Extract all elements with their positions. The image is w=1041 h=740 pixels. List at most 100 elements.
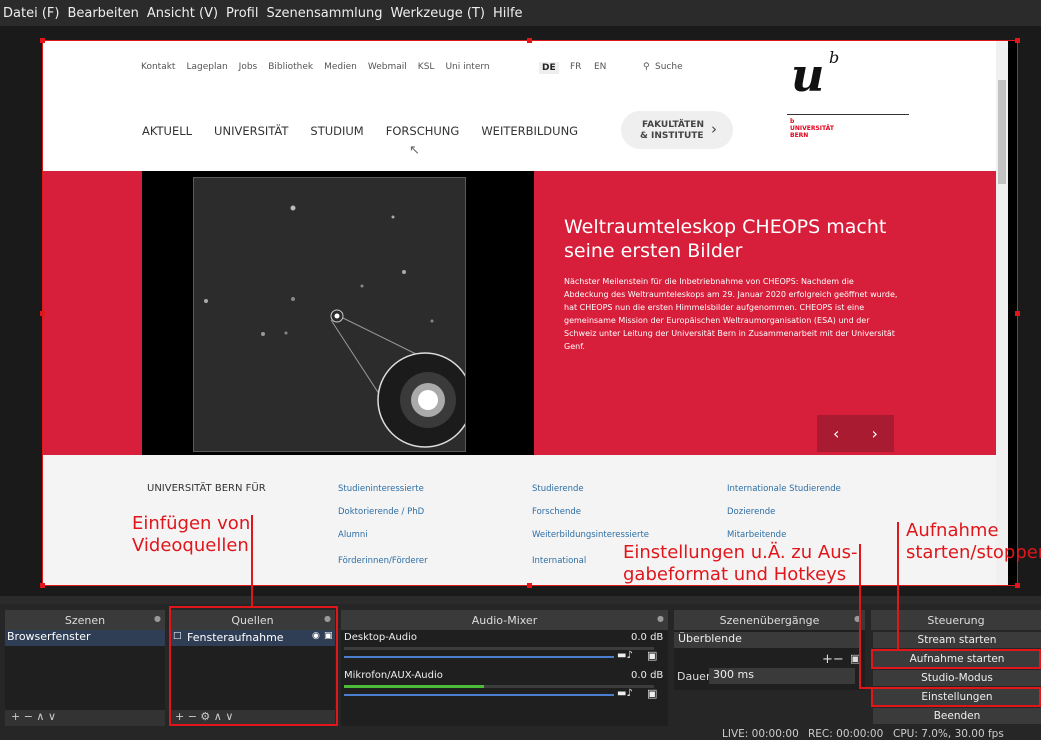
toplink[interactable]: Uni intern — [445, 62, 489, 72]
chevron-right-icon[interactable]: › — [872, 424, 878, 443]
annotation-sources: Einfügen von Videoquellen — [132, 513, 250, 557]
mixer-body: Desktop-Audio 0.0 dB ▬♪ ▣ Mikrofon/AUX-A… — [341, 630, 668, 726]
exit-button[interactable]: Beenden — [873, 708, 1041, 724]
scenes-list: Browserfenster — [5, 630, 165, 710]
duration-input[interactable]: 300 ms — [709, 668, 855, 684]
resize-handle[interactable] — [527, 38, 532, 43]
website-scrollbar-thumb[interactable] — [998, 80, 1006, 184]
scenes-title: Szenen — [64, 613, 106, 627]
audience-link[interactable]: Dozierende — [727, 507, 775, 517]
status-live: LIVE: 00:00:00 — [722, 728, 799, 740]
toplink[interactable]: Medien — [324, 62, 357, 72]
annotation-record-line1: Aufnahme — [906, 520, 999, 541]
mouse-cursor-icon: ↖ — [409, 143, 420, 158]
lang-en[interactable]: EN — [594, 62, 606, 72]
menu-file[interactable]: Datei (F) — [3, 6, 59, 21]
audience-link[interactable]: International — [532, 556, 586, 566]
channel-name: Desktop-Audio — [344, 632, 418, 643]
logo-text: b UNIVERSITÄT BERN — [790, 118, 834, 139]
annotation-sources-line — [251, 515, 253, 607]
annotation-settings-line2: gabeformat und Hotkeys — [623, 564, 847, 585]
gear-icon[interactable]: ▣ — [647, 687, 657, 700]
logo-text-2: BERN — [790, 132, 809, 139]
nav-item[interactable]: UNIVERSITÄT — [214, 124, 288, 138]
channel-level: 0.0 dB — [631, 670, 664, 681]
menu-help[interactable]: Hilfe — [493, 6, 523, 21]
toplink[interactable]: Jobs — [239, 62, 258, 72]
volume-slider[interactable] — [344, 656, 614, 658]
duration-label: Dauer — [677, 670, 711, 683]
menu-view[interactable]: Ansicht (V) — [147, 6, 218, 21]
nav-item[interactable]: FORSCHUNG — [386, 124, 460, 138]
hero-title[interactable]: Weltraumteleskop CHEOPS macht seine erst… — [564, 215, 904, 263]
volume-meter — [344, 647, 654, 650]
chevron-left-icon[interactable]: ‹ — [833, 424, 839, 443]
annotation-settings-box — [871, 687, 1041, 707]
scenes-header: Szenen ● — [5, 610, 165, 630]
audience-link[interactable]: Doktorierende / PhD — [338, 507, 424, 517]
menu-tools[interactable]: Werkzeuge (T) — [390, 6, 485, 21]
audience-link[interactable]: Alumni — [338, 530, 368, 540]
nav-item[interactable]: AKTUELL — [142, 124, 192, 138]
search-link[interactable]: Suche — [655, 62, 683, 72]
scene-item[interactable]: Browserfenster — [5, 630, 165, 646]
annotation-sources-line2: Videoquellen — [132, 535, 249, 556]
logo-u: u — [791, 48, 825, 102]
speaker-icon[interactable]: ▬♪ — [617, 650, 633, 661]
annotation-record-line2: starten/stoppen — [906, 542, 1041, 563]
menu-bar: Datei (F) Bearbeiten Ansicht (V) Profil … — [0, 0, 1041, 26]
logo-text-1: UNIVERSITÄT — [790, 125, 834, 132]
audience-link[interactable]: Forschende — [532, 507, 581, 517]
gear-icon[interactable]: ▣ — [647, 649, 657, 662]
audio-mixer-dock: Audio-Mixer ● Desktop-Audio 0.0 dB ▬♪ ▣ M… — [341, 610, 668, 726]
scenes-dock: Szenen ● Browserfenster + − ∧ ∨ — [5, 610, 165, 726]
audience-link[interactable]: Studierende — [532, 484, 584, 494]
resize-handle[interactable] — [1015, 583, 1020, 588]
toplink[interactable]: Lageplan — [186, 62, 227, 72]
resize-handle[interactable] — [1015, 38, 1020, 43]
toplink[interactable]: Bibliothek — [268, 62, 313, 72]
resize-handle[interactable] — [527, 583, 532, 588]
volume-slider[interactable] — [344, 694, 614, 696]
transition-select[interactable]: Überblende — [674, 632, 860, 648]
menu-scene-collection[interactable]: Szenensammlung — [266, 6, 382, 21]
transition-add-remove[interactable]: +− — [822, 652, 844, 667]
transitions-body: Überblende +− ▣ Dauer 300 ms — [674, 630, 865, 690]
menu-profile[interactable]: Profil — [226, 6, 258, 21]
audience-link[interactable]: Studieninteressierte — [338, 484, 424, 494]
resize-handle[interactable] — [40, 38, 45, 43]
faculty-label-1: FAKULTÄTEN — [642, 120, 704, 130]
speaker-icon[interactable]: ▬♪ — [617, 688, 633, 699]
audience-link[interactable]: Mitarbeitende — [727, 530, 786, 540]
telescope-image — [193, 177, 473, 452]
audience-link[interactable]: Internationale Studierende — [727, 484, 841, 494]
scenes-toolbar[interactable]: + − ∧ ∨ — [5, 710, 165, 726]
resize-handle[interactable] — [40, 311, 45, 316]
nav-item[interactable]: STUDIUM — [310, 124, 363, 138]
studio-mode-button[interactable]: Studio-Modus — [873, 670, 1041, 686]
hero-image — [142, 171, 534, 455]
status-cpu: CPU: 7.0%, 30.00 fps — [893, 728, 1004, 740]
channel-level: 0.0 dB — [631, 632, 664, 643]
hero-banner[interactable]: Weltraumteleskop CHEOPS macht seine erst… — [43, 171, 996, 455]
annotation-settings: Einstellungen u.Ä. zu Aus- gabeformat un… — [623, 542, 857, 586]
website-toplinks: Kontakt Lageplan Jobs Bibliothek Medien … — [141, 62, 501, 72]
nav-item[interactable]: WEITERBILDUNG — [481, 124, 578, 138]
lang-de[interactable]: DE — [539, 62, 559, 74]
search-icon[interactable]: ⚲ — [643, 62, 650, 72]
menu-edit[interactable]: Bearbeiten — [67, 6, 138, 21]
lang-fr[interactable]: FR — [570, 62, 581, 72]
toplink[interactable]: KSL — [418, 62, 435, 72]
toplink[interactable]: Kontakt — [141, 62, 175, 72]
audience-link[interactable]: Weiterbildungsinteressierte — [532, 530, 649, 540]
resize-handle[interactable] — [1015, 311, 1020, 316]
annotation-record-line — [897, 522, 899, 650]
annotation-sources-line1: Einfügen von — [132, 513, 251, 534]
audience-link[interactable]: Förderinnen/Förderer — [338, 556, 428, 566]
resize-handle[interactable] — [40, 583, 45, 588]
toplink[interactable]: Webmail — [368, 62, 407, 72]
audience-heading: UNIVERSITÄT BERN FÜR — [147, 483, 266, 494]
captured-window[interactable]: Kontakt Lageplan Jobs Bibliothek Medien … — [42, 40, 1018, 586]
logo-text-b: b — [790, 118, 795, 125]
faculty-button[interactable]: FAKULTÄTEN & INSTITUTE › — [621, 111, 733, 149]
